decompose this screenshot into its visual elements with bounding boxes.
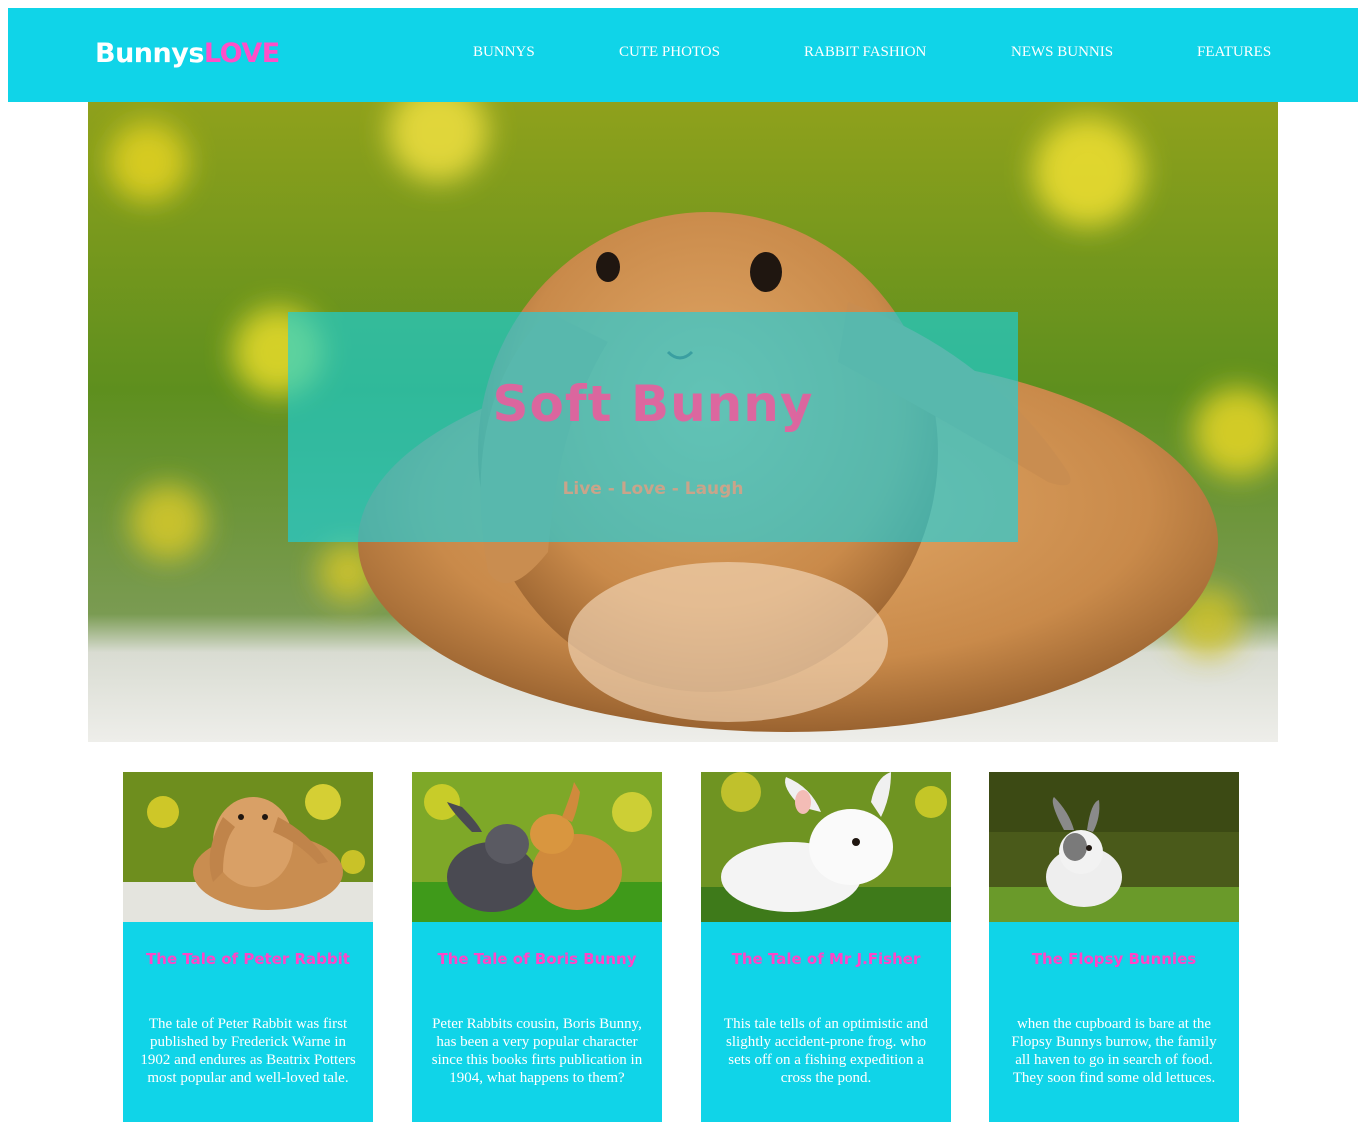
- story-card[interactable]: The Tale of Boris Bunny Peter Rabbits co…: [412, 772, 662, 1122]
- card-title: The Tale of Mr J.Fisher: [731, 950, 921, 968]
- hero-title: Soft Bunny: [492, 375, 814, 433]
- nav-item-news-bunnis[interactable]: NEWS BUNNIS: [1011, 43, 1113, 61]
- card-text: This tale tells of an optimistic and sli…: [723, 1016, 929, 1086]
- card-text: when the cupboard is bare at the Flopsy …: [1011, 1016, 1217, 1086]
- card-text: The tale of Peter Rabbit was first publi…: [140, 1016, 356, 1086]
- site-header: BunnysLOVE BUNNYS CUTE PHOTOS RABBIT FAS…: [8, 8, 1358, 102]
- card-image-white-rabbit: [701, 772, 951, 922]
- card-image-lop-rabbit: [123, 772, 373, 922]
- hero-subtitle: Live - Love - Laugh: [562, 479, 744, 499]
- card-image-two-rabbits: [412, 772, 662, 922]
- card-title: The Flopsy Bunnies: [1031, 950, 1197, 968]
- hero-overlay-box: Soft Bunny Live - Love - Laugh: [288, 312, 1018, 542]
- story-card[interactable]: The Tale of Mr J.Fisher This tale tells …: [701, 772, 951, 1122]
- main-nav: BUNNYS CUTE PHOTOS RABBIT FASHION NEWS B…: [8, 43, 1358, 63]
- story-card[interactable]: The Flopsy Bunnies when the cupboard is …: [989, 772, 1239, 1122]
- nav-item-cute-photos[interactable]: CUTE PHOTOS: [619, 43, 720, 61]
- card-text: Peter Rabbits cousin, Boris Bunny, has b…: [431, 1016, 643, 1086]
- card-title: The Tale of Boris Bunny: [437, 950, 637, 968]
- card-image-grey-rabbit: [989, 772, 1239, 922]
- nav-item-rabbit-fashion[interactable]: RABBIT FASHION: [804, 43, 926, 61]
- hero-banner: Soft Bunny Live - Love - Laugh: [88, 102, 1278, 742]
- nav-item-features[interactable]: FEATURES: [1197, 43, 1271, 61]
- nav-item-bunnys[interactable]: BUNNYS: [473, 43, 535, 61]
- card-title: The Tale of Peter Rabbit: [146, 950, 350, 968]
- story-card[interactable]: The Tale of Peter Rabbit The tale of Pet…: [123, 772, 373, 1122]
